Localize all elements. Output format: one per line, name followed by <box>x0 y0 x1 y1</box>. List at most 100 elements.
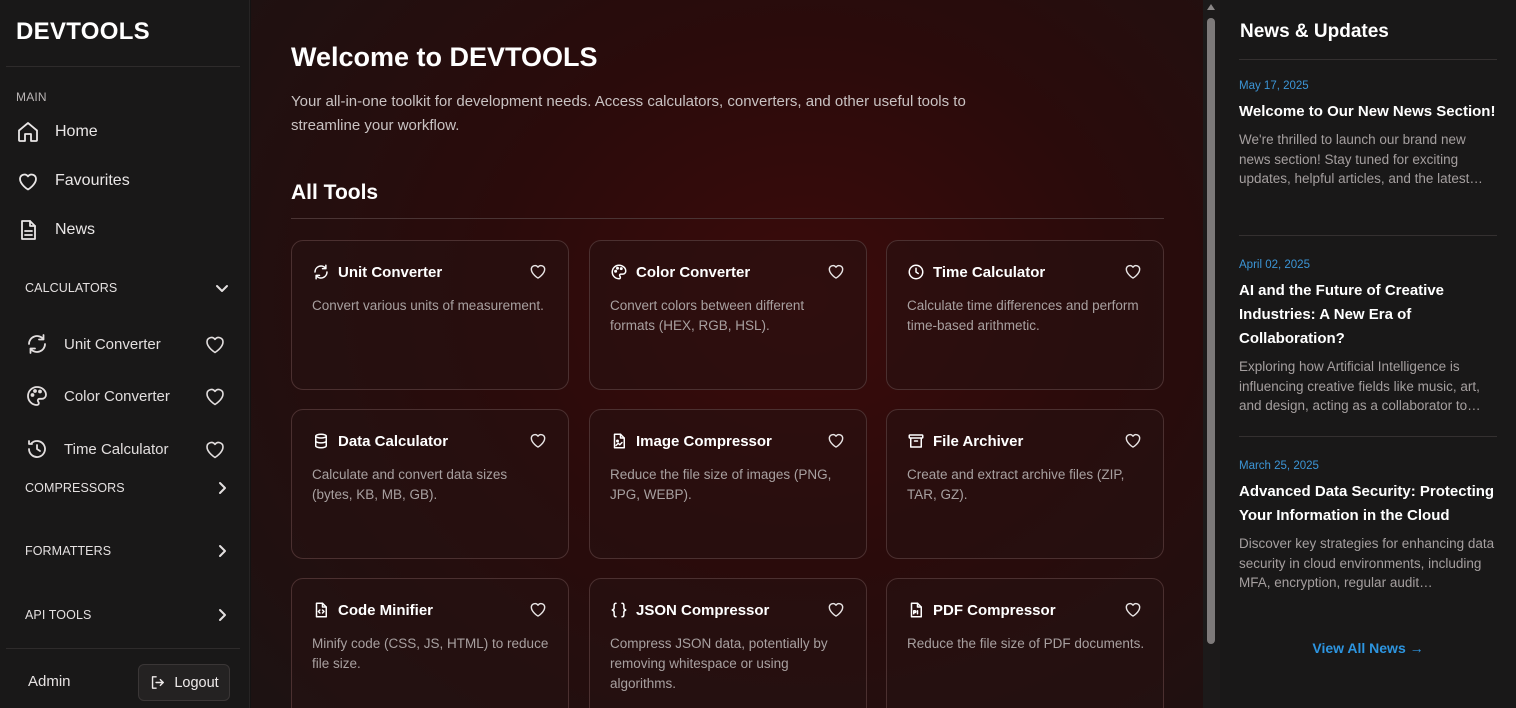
tool-description: Calculate time differences and perform t… <box>907 298 1139 333</box>
logout-icon <box>149 674 166 691</box>
tool-name: JSON Compressor <box>636 601 770 619</box>
favourite-heart-icon[interactable] <box>528 261 548 281</box>
favourite-heart-icon[interactable] <box>826 430 846 450</box>
tool-card-file-archiver[interactable]: File Archiver Create and extract archive… <box>886 409 1164 559</box>
document-icon <box>16 218 40 242</box>
braces-icon <box>610 601 628 619</box>
chevron-down-icon <box>214 280 230 296</box>
favourite-heart-icon[interactable] <box>826 599 846 619</box>
favourite-heart-icon[interactable] <box>203 384 227 408</box>
category-calculators[interactable]: CALCULATORS <box>25 276 230 300</box>
news-date: April 02, 2025 <box>1239 259 1310 271</box>
page-title: Welcome to DEVTOOLS <box>291 42 598 72</box>
sidebar-tool-time-calculator[interactable]: Time Calculator <box>25 435 227 463</box>
sidebar: DEVTOOLS MAIN Home Favourites News CALCU… <box>0 0 250 708</box>
main-scrollbar[interactable] <box>1203 0 1220 708</box>
news-title-link[interactable]: AI and the Future of Creative Industries… <box>1239 279 1497 351</box>
sidebar-tool-unit-converter[interactable]: Unit Converter <box>25 330 227 358</box>
sidebar-tool-label: Unit Converter <box>64 335 161 353</box>
category-label: API TOOLS <box>25 608 92 622</box>
tool-card-pdf-compressor[interactable]: PDF Compressor Reduce the file size of P… <box>886 578 1164 708</box>
palette-icon <box>610 263 628 281</box>
archive-icon <box>907 432 925 450</box>
favourite-heart-icon[interactable] <box>528 430 548 450</box>
pdf-file-icon <box>907 601 925 619</box>
category-compressors[interactable]: COMPRESSORS <box>25 476 230 500</box>
chevron-right-icon <box>214 480 230 496</box>
favourite-heart-icon[interactable] <box>1123 261 1143 281</box>
sidebar-tool-label: Time Calculator <box>64 440 169 458</box>
favourite-heart-icon[interactable] <box>203 332 227 356</box>
tool-description: Minify code (CSS, JS, HTML) to reduce fi… <box>312 636 549 671</box>
scroll-up-arrow-icon[interactable] <box>1207 4 1215 10</box>
news-item: March 25, 2025 Advanced Data Security: P… <box>1239 460 1497 593</box>
sidebar-item-home[interactable]: Home <box>16 117 236 147</box>
user-name: Admin <box>28 673 71 690</box>
tool-description: Convert colors between different formats… <box>610 298 805 333</box>
scroll-thumb[interactable] <box>1207 18 1215 644</box>
news-header: News & Updates <box>1240 21 1389 42</box>
news-item: April 02, 2025 AI and the Future of Crea… <box>1239 259 1497 416</box>
tool-card-json-compressor[interactable]: JSON Compressor Compress JSON data, pote… <box>589 578 867 708</box>
news-excerpt: Discover key strategies for enhancing da… <box>1239 536 1495 590</box>
tool-name: Time Calculator <box>933 263 1046 281</box>
brand-logo[interactable]: DEVTOOLS <box>16 18 150 46</box>
sidebar-item-label: Home <box>55 123 98 140</box>
tool-name: Unit Converter <box>338 263 443 281</box>
category-label: FORMATTERS <box>25 544 112 558</box>
section-label-main: MAIN <box>16 90 47 104</box>
news-divider <box>1239 59 1497 60</box>
tool-name: Color Converter <box>636 263 751 281</box>
favourite-heart-icon[interactable] <box>1123 599 1143 619</box>
tool-card-code-minifier[interactable]: Code Minifier Minify code (CSS, JS, HTML… <box>291 578 569 708</box>
tool-card-color-converter[interactable]: Color Converter Convert colors between d… <box>589 240 867 390</box>
refresh-icon <box>312 263 330 281</box>
tool-description: Compress JSON data, potentially by remov… <box>610 636 828 691</box>
tool-card-image-compressor[interactable]: Image Compressor Reduce the file size of… <box>589 409 867 559</box>
tool-name: File Archiver <box>933 432 1024 450</box>
news-excerpt: Exploring how Artificial Intelligence is… <box>1239 359 1481 413</box>
news-divider <box>1239 436 1497 437</box>
news-date: March 25, 2025 <box>1239 460 1319 472</box>
palette-icon <box>25 384 49 408</box>
image-file-icon <box>610 432 628 450</box>
view-all-news-link[interactable]: View All News → <box>1239 640 1497 656</box>
news-title-link[interactable]: Advanced Data Security: Protecting Your … <box>1239 480 1497 528</box>
news-item: May 17, 2025 Welcome to Our New News Sec… <box>1239 80 1497 189</box>
category-formatters[interactable]: FORMATTERS <box>25 539 230 563</box>
home-icon <box>16 120 40 144</box>
tool-description: Convert various units of measurement. <box>312 298 544 313</box>
tool-card-unit-converter[interactable]: Unit Converter Convert various units of … <box>291 240 569 390</box>
database-icon <box>312 432 330 450</box>
favourite-heart-icon[interactable] <box>203 437 227 461</box>
favourite-heart-icon[interactable] <box>1123 430 1143 450</box>
sidebar-item-favourites[interactable]: Favourites <box>16 166 236 196</box>
sidebar-divider <box>6 66 240 67</box>
tool-name: PDF Compressor <box>933 601 1056 619</box>
news-excerpt: We're thrilled to launch our brand new n… <box>1239 132 1483 186</box>
tool-description: Create and extract archive files (ZIP, T… <box>907 467 1125 502</box>
chevron-right-icon <box>214 607 230 623</box>
category-api-tools[interactable]: API TOOLS <box>25 603 230 627</box>
main-content: Welcome to DEVTOOLS Your all-in-one tool… <box>251 0 1203 708</box>
tool-name: Data Calculator <box>338 432 449 450</box>
sidebar-tool-color-converter[interactable]: Color Converter <box>25 382 227 410</box>
sidebar-divider <box>6 648 240 649</box>
tool-description: Reduce the file size of images (PNG, JPG… <box>610 467 832 502</box>
favourite-heart-icon[interactable] <box>528 599 548 619</box>
page-subtitle: Your all-in-one toolkit for development … <box>291 93 966 134</box>
tool-description: Reduce the file size of PDF documents. <box>907 636 1145 651</box>
favourite-heart-icon[interactable] <box>826 261 846 281</box>
tool-card-time-calculator[interactable]: Time Calculator Calculate time differenc… <box>886 240 1164 390</box>
clock-icon <box>25 437 49 461</box>
news-title-link[interactable]: Welcome to Our New News Section! <box>1239 100 1497 124</box>
category-label: CALCULATORS <box>25 281 118 295</box>
tool-card-data-calculator[interactable]: Data Calculator Calculate and convert da… <box>291 409 569 559</box>
logout-button[interactable]: Logout <box>138 664 230 701</box>
news-divider <box>1239 235 1497 236</box>
refresh-icon <box>25 332 49 356</box>
category-label: COMPRESSORS <box>25 481 125 495</box>
sidebar-tool-label: Color Converter <box>64 387 170 405</box>
clock-icon <box>907 263 925 281</box>
sidebar-item-news[interactable]: News <box>16 215 236 245</box>
